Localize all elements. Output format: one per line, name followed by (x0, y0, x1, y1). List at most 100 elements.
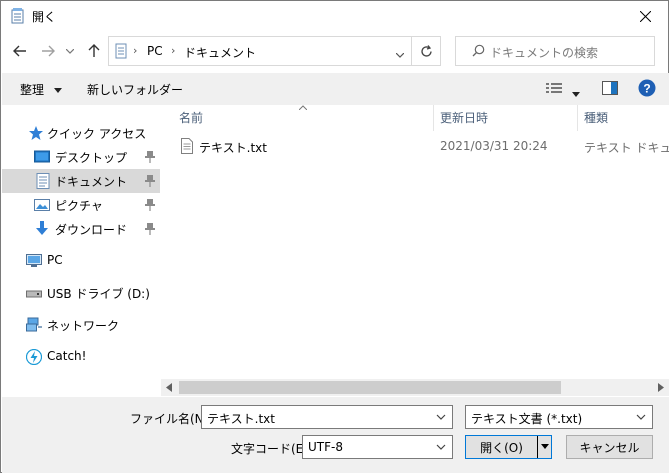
encoding-label: 文字コード(E): (231, 442, 312, 456)
file-type: テキスト ドキュメント (584, 141, 669, 155)
address-dropdown[interactable] (395, 47, 405, 61)
open-split-button: 開く(O) (465, 435, 552, 459)
arrow-left-icon (13, 45, 26, 57)
notepad-icon (11, 8, 24, 24)
sidebar-item-catch[interactable]: Catch! (2, 345, 160, 369)
chevron-down-icon[interactable] (436, 441, 446, 453)
up-button[interactable] (83, 39, 105, 63)
network-icon (26, 317, 42, 332)
column-header-modified[interactable]: 更新日時 (440, 109, 488, 126)
document-icon (115, 43, 127, 59)
sidebar-item-pictures[interactable]: ピクチャ (2, 193, 160, 217)
caret-down-icon[interactable] (541, 444, 549, 449)
open-file-dialog: 開く › PC › ドキュメント ドキュメントの検索 整理 新しいフォルダー ?… (0, 0, 669, 473)
scroll-right-icon[interactable] (658, 383, 664, 392)
sidebar-item-quick-access[interactable]: クイック アクセス (2, 121, 160, 145)
filetype-select[interactable]: テキスト文書 (*.txt) (465, 405, 653, 429)
search-input[interactable]: ドキュメントの検索 (490, 44, 598, 61)
encoding-select[interactable]: UTF-8 (302, 435, 453, 459)
preview-pane-button[interactable] (602, 81, 618, 98)
svg-text:?: ? (643, 82, 650, 96)
column-header-type[interactable]: 種類 (584, 109, 608, 126)
sidebar-item-documents[interactable]: ドキュメント (2, 169, 160, 193)
cancel-button[interactable]: キャンセル (566, 435, 653, 459)
filetype-value: テキスト文書 (*.txt) (471, 412, 583, 426)
chevron-down-icon[interactable] (636, 411, 646, 423)
sidebar-item-label: ドキュメント (55, 175, 128, 189)
star-icon (29, 126, 43, 140)
usb-drive-icon (26, 290, 42, 298)
navigation-pane: クイック アクセス デスクトップ ドキュメント ピクチャ ダウンロード PC U… (2, 105, 160, 397)
back-button[interactable] (9, 39, 31, 63)
document-icon (36, 173, 50, 189)
breadcrumb-documents[interactable]: ドキュメント (184, 44, 256, 61)
pin-icon (145, 223, 155, 235)
title-bar: 開く (1, 1, 668, 31)
sidebar-item-label: クイック アクセス (47, 127, 147, 141)
address-bar[interactable]: › PC › ドキュメント (108, 36, 441, 66)
filename-combobox[interactable]: テキスト.txt (201, 405, 453, 429)
scroll-left-icon[interactable] (166, 383, 172, 392)
refresh-button[interactable] (411, 37, 440, 65)
encoding-value: UTF-8 (308, 440, 343, 454)
pin-icon (145, 151, 155, 163)
view-dropdown[interactable] (572, 86, 580, 100)
forward-button[interactable] (37, 39, 59, 63)
column-divider[interactable] (577, 105, 578, 131)
search-icon (472, 44, 485, 57)
caret-down-icon (572, 92, 580, 97)
recent-locations-button[interactable] (63, 39, 77, 63)
chevron-down-icon[interactable] (436, 411, 446, 423)
organize-label: 整理 (20, 83, 45, 97)
catch-app-icon (26, 349, 42, 365)
text-file-icon (181, 138, 193, 154)
caret-down-icon (53, 88, 62, 93)
file-name: テキスト.txt (199, 141, 267, 155)
chevron-right-icon: › (133, 44, 138, 57)
new-folder-button[interactable]: 新しいフォルダー (87, 81, 183, 98)
sidebar-item-desktop[interactable]: デスクトップ (2, 145, 160, 169)
window-title: 開く (32, 10, 57, 24)
organize-button[interactable]: 整理 (20, 81, 62, 98)
command-bar: 整理 新しいフォルダー ? (2, 73, 669, 105)
sidebar-item-downloads[interactable]: ダウンロード (2, 217, 160, 241)
search-box[interactable]: ドキュメントの検索 (455, 36, 655, 66)
close-button[interactable] (622, 1, 668, 31)
sidebar-item-label: USB ドライブ (D:) (47, 287, 150, 301)
sidebar-item-label: ダウンロード (55, 223, 128, 237)
sidebar-item-label: Catch! (47, 349, 87, 363)
open-button[interactable]: 開く(O) (466, 436, 537, 458)
horizontal-scrollbar[interactable] (161, 379, 669, 396)
dialog-footer: ファイル名(N): テキスト.txt テキスト文書 (*.txt) 文字コード(… (2, 397, 669, 473)
split-divider (537, 436, 538, 458)
arrow-up-icon (88, 44, 100, 57)
breadcrumb-pc[interactable]: PC (147, 44, 163, 58)
sidebar-item-label: ピクチャ (55, 199, 103, 213)
pin-icon (145, 175, 155, 187)
help-button[interactable]: ? (638, 79, 656, 100)
computer-icon (26, 254, 42, 267)
sidebar-item-pc[interactable]: PC (2, 249, 160, 273)
arrow-right-icon (42, 45, 55, 57)
view-options-button[interactable] (546, 82, 562, 97)
column-divider[interactable] (433, 105, 434, 131)
sidebar-item-network[interactable]: ネットワーク (2, 313, 160, 337)
download-arrow-icon (36, 221, 48, 235)
sidebar-item-label: ネットワーク (47, 319, 120, 333)
scrollbar-thumb[interactable] (179, 381, 561, 394)
file-modified: 2021/03/31 20:24 (440, 139, 548, 153)
column-header-name[interactable]: 名前 (179, 109, 203, 126)
filename-input[interactable]: テキスト.txt (207, 410, 275, 427)
close-icon (639, 10, 651, 22)
refresh-icon (420, 44, 432, 57)
sidebar-item-label: PC (47, 253, 63, 267)
table-row[interactable]: テキスト.txt 2021/03/31 20:24 テキスト ドキュメント (175, 135, 669, 157)
sort-ascending-icon (299, 105, 307, 110)
help-icon: ? (638, 79, 656, 97)
details-view-icon (546, 83, 562, 93)
desktop-icon (34, 150, 50, 163)
file-list: 名前 更新日時 種類 テキスト.txt 2021/03/31 20:24 テキス… (161, 105, 669, 397)
sidebar-item-usb-drive[interactable]: USB ドライブ (D:) (2, 281, 160, 305)
pin-icon (145, 199, 155, 211)
chevron-down-icon (395, 52, 405, 58)
